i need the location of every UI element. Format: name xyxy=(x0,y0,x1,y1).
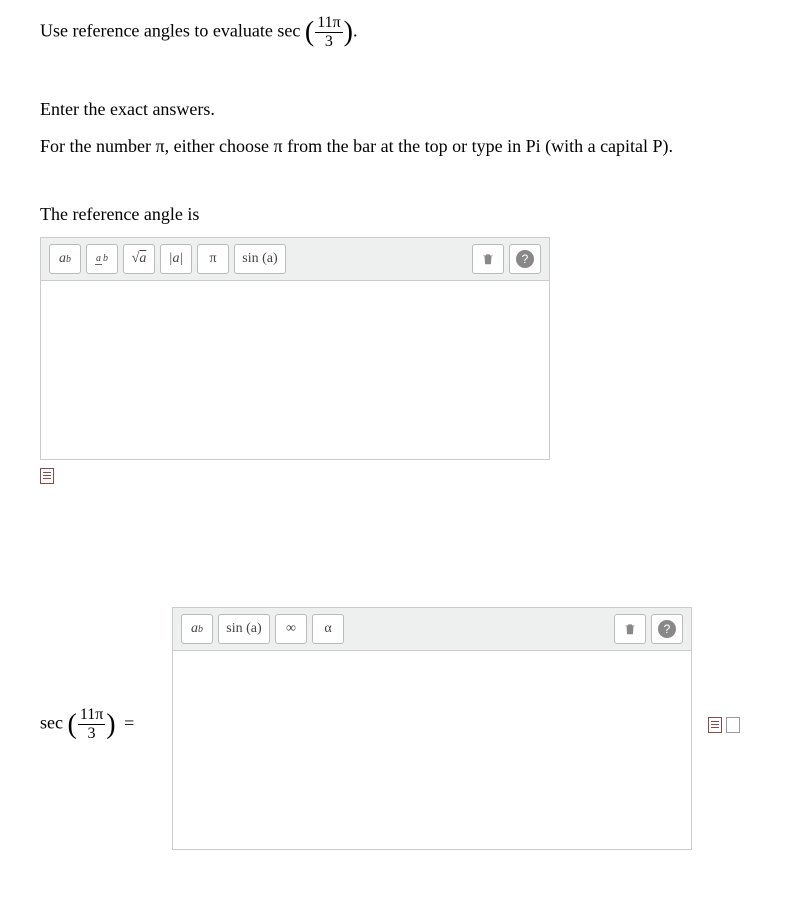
equation-preview-icon[interactable] xyxy=(40,468,54,484)
denominator: 3 xyxy=(78,725,105,742)
open-paren: ( xyxy=(305,16,314,47)
open-paren: ( xyxy=(67,709,76,740)
answer-row: sec (11π3) = ab sin (a) ∞ α ? xyxy=(40,599,771,850)
pi-button[interactable]: π xyxy=(197,244,229,274)
sin-button[interactable]: sin (a) xyxy=(234,244,286,274)
equation-preview-icon-alt[interactable] xyxy=(726,717,740,733)
help-icon: ? xyxy=(658,620,676,638)
numerator: 11π xyxy=(315,15,342,33)
math-editor-1: ab ab √a |a| π sin (a) ? xyxy=(40,237,771,460)
denominator: 3 xyxy=(315,33,342,50)
text-suffix: . xyxy=(353,21,358,41)
fraction: 11π3 xyxy=(78,707,105,742)
sin-button[interactable]: sin (a) xyxy=(218,614,270,644)
fraction-button[interactable]: ab xyxy=(86,244,118,274)
instruction-pi: For the number π, either choose π from t… xyxy=(40,132,771,161)
abs-button[interactable]: |a| xyxy=(160,244,192,274)
pi-symbol: π xyxy=(155,136,164,156)
math-expression: (11π3) xyxy=(305,21,353,41)
text-prefix: Use reference angles to evaluate sec xyxy=(40,21,300,41)
help-icon: ? xyxy=(516,250,534,268)
close-paren: ) xyxy=(106,709,115,740)
equation-preview-icon[interactable] xyxy=(708,717,722,733)
math-input-area[interactable] xyxy=(172,650,692,850)
editor-toolbar: ab ab √a |a| π sin (a) ? xyxy=(40,237,550,280)
equals-sign: = xyxy=(124,713,134,733)
problem-statement: Use reference angles to evaluate sec (11… xyxy=(40,10,771,55)
trash-icon xyxy=(623,622,637,636)
clear-button[interactable] xyxy=(472,244,504,274)
clear-button[interactable] xyxy=(614,614,646,644)
close-paren: ) xyxy=(344,16,353,47)
numerator: 11π xyxy=(78,707,105,725)
math-input-area[interactable] xyxy=(40,280,550,460)
row-icons xyxy=(708,717,740,733)
help-button[interactable]: ? xyxy=(509,244,541,274)
lhs-expression: sec (11π3) = xyxy=(40,707,160,742)
pi-symbol: π xyxy=(274,136,283,156)
sqrt-button[interactable]: √a xyxy=(123,244,155,274)
power-button[interactable]: ab xyxy=(181,614,213,644)
fraction: 11π3 xyxy=(315,15,342,50)
reference-angle-label: The reference angle is xyxy=(40,200,771,229)
power-button[interactable]: ab xyxy=(49,244,81,274)
infinity-button[interactable]: ∞ xyxy=(275,614,307,644)
math-editor-2: ab sin (a) ∞ α ? xyxy=(172,607,692,850)
instruction-exact: Enter the exact answers. xyxy=(40,95,771,124)
trash-icon xyxy=(481,252,495,266)
editor-toolbar: ab sin (a) ∞ α ? xyxy=(172,607,692,650)
help-button[interactable]: ? xyxy=(651,614,683,644)
alpha-button[interactable]: α xyxy=(312,614,344,644)
